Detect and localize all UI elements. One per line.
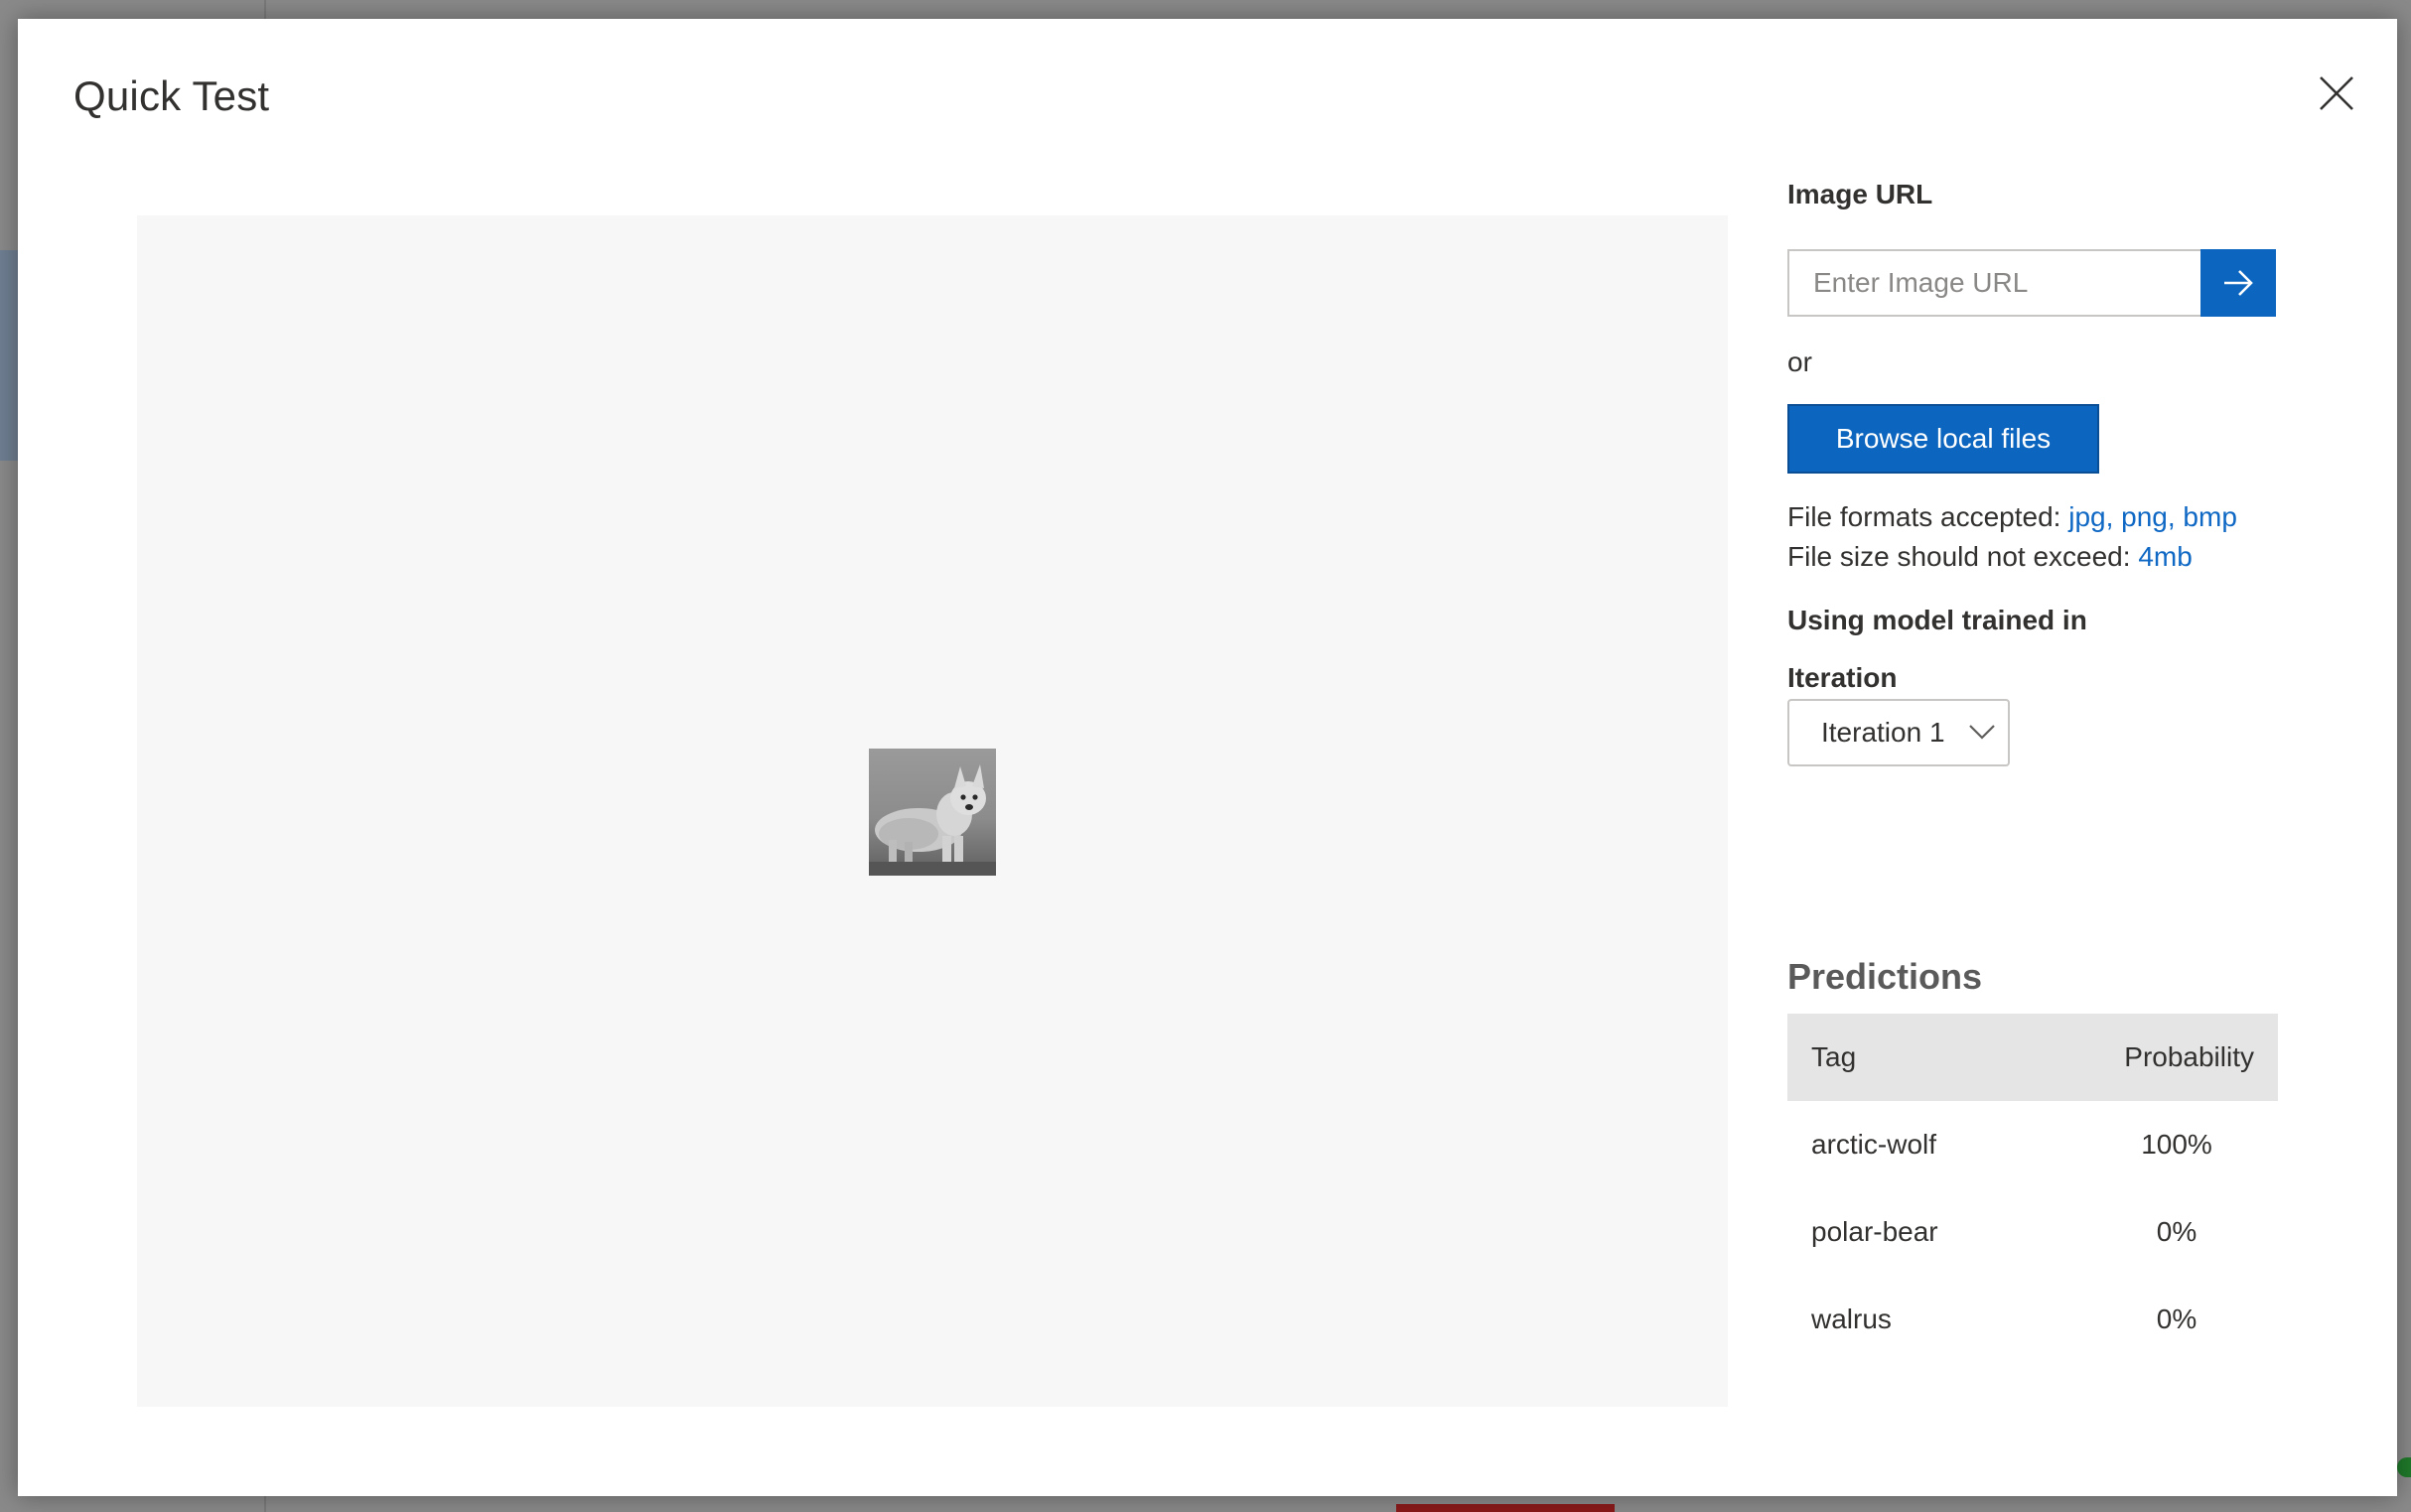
image-url-submit-button[interactable]	[2200, 249, 2276, 317]
preview-image	[869, 749, 996, 876]
file-formats-value: jpg, png, bmp	[2068, 501, 2237, 532]
background-progress-bar	[1396, 1504, 1615, 1512]
image-url-field[interactable]	[1787, 249, 2200, 317]
prediction-tag: walrus	[1811, 1304, 1892, 1334]
iteration-dropdown[interactable]: Iteration 1	[1787, 699, 2010, 766]
table-row: arctic-wolf 100%	[1787, 1101, 2278, 1188]
predictions-table-header: Tag Probability	[1787, 1014, 2278, 1101]
background-status-dot	[2397, 1457, 2411, 1477]
file-size-value: 4mb	[2138, 541, 2193, 572]
image-preview-area	[137, 215, 1728, 1407]
model-heading: Using model trained in	[1787, 605, 2087, 635]
prediction-tag: polar-bear	[1811, 1216, 1938, 1247]
image-url-input[interactable]	[1789, 251, 2200, 315]
background-side-panel	[0, 250, 18, 461]
column-header-tag: Tag	[1811, 1041, 1857, 1072]
file-formats-label: File formats accepted:	[1787, 501, 2061, 532]
file-size-label: File size should not exceed:	[1787, 541, 2131, 572]
prediction-tag: arctic-wolf	[1811, 1129, 1937, 1160]
dialog-title: Quick Test	[73, 72, 270, 119]
table-row: polar-bear 0%	[1787, 1188, 2278, 1276]
test-options-panel: Image URL or Browse local files File for…	[1787, 19, 2343, 1496]
prediction-probability: 0%	[2156, 1304, 2198, 1334]
column-header-probability: Probability	[2124, 1041, 2254, 1072]
iteration-label: Iteration	[1787, 662, 1898, 693]
file-size-info: File size should not exceed: 4mb	[1787, 541, 2193, 573]
or-separator: or	[1787, 346, 1812, 377]
prediction-probability: 0%	[2156, 1216, 2198, 1247]
chevron-down-icon	[1969, 725, 1995, 740]
table-row: walrus 0%	[1787, 1276, 2278, 1363]
quick-test-dialog: Quick Test Image URL Enter Image URL or …	[18, 19, 2397, 1496]
browse-local-files-button[interactable]: Browse local files	[1787, 404, 2099, 474]
image-url-label: Image URL	[1787, 179, 1933, 209]
predictions-table: Tag Probability arctic-wolf 100% polar-b…	[1787, 1014, 2278, 1363]
iteration-selected-value: Iteration 1	[1821, 717, 1945, 748]
arrow-right-icon	[2224, 270, 2253, 296]
file-formats-info: File formats accepted: jpg, png, bmp	[1787, 501, 2237, 533]
predictions-title: Predictions	[1787, 956, 1983, 997]
prediction-probability: 100%	[2141, 1129, 2212, 1160]
